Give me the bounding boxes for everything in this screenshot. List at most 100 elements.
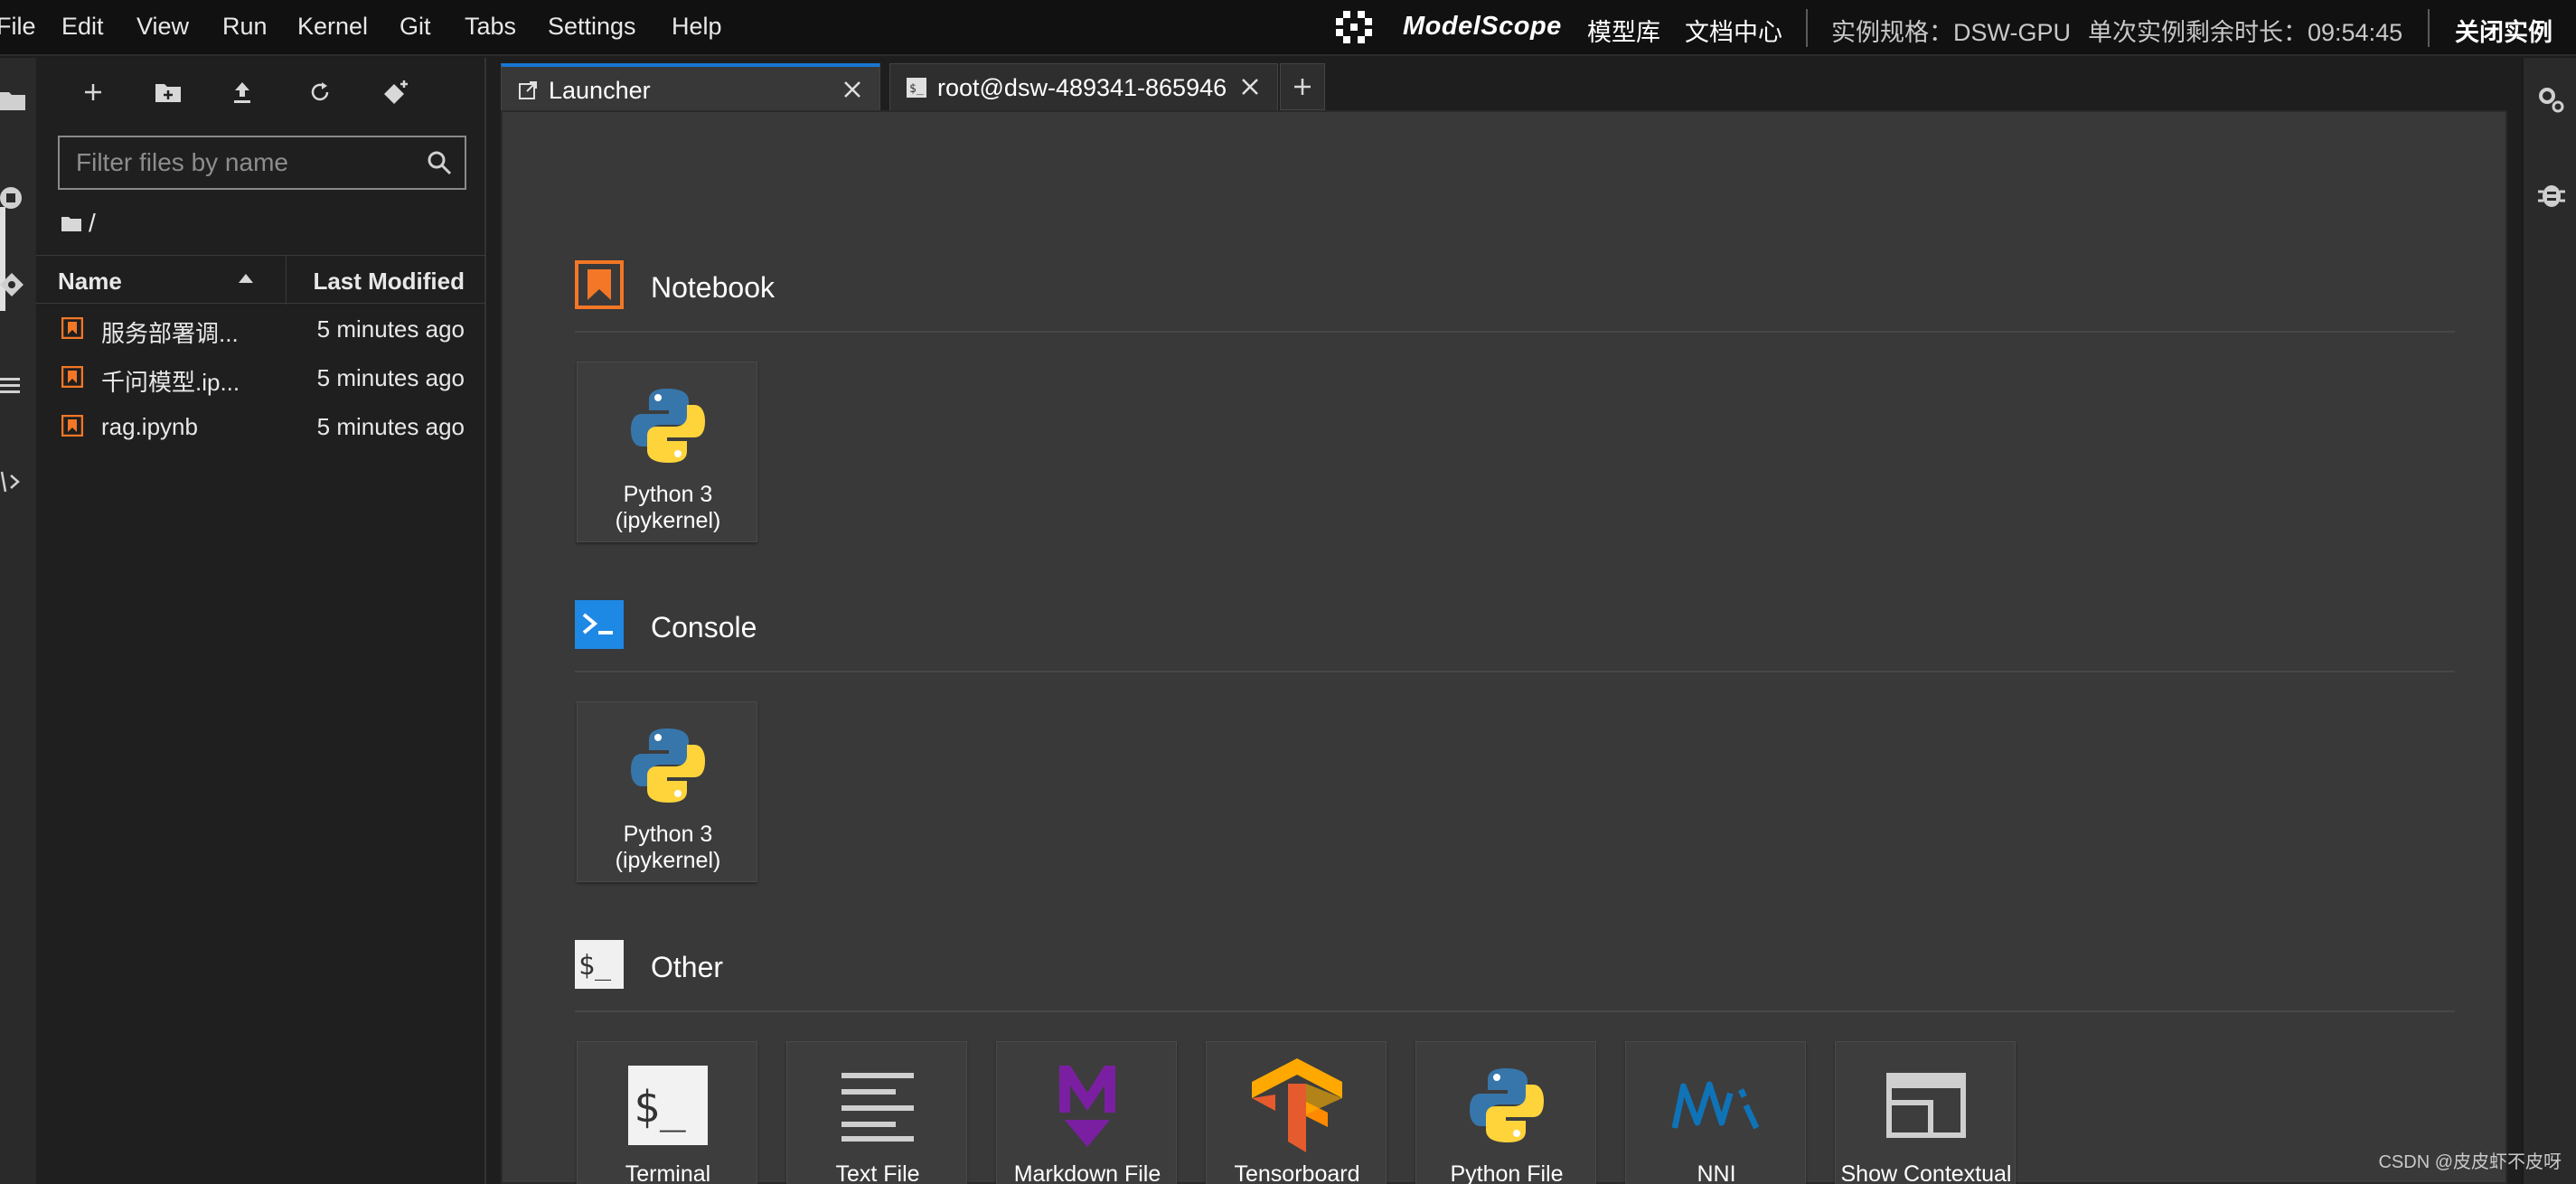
modelscope-logo-icon[interactable] [1336,11,1372,43]
markdown-file-card[interactable]: Markdown File [996,1041,1177,1184]
menu-settings[interactable]: Settings [548,13,636,41]
new-launcher-button[interactable] [77,76,109,108]
code-snippets-icon[interactable] [0,468,27,495]
menu-git[interactable]: Git [400,13,431,41]
python-icon [623,381,713,471]
file-name: 服务部署调... [101,320,239,347]
launcher-panel: Notebook Python 3 (ipykernel) Console Py… [501,110,2507,1184]
tab-label: root@dsw-489341-865946 [937,74,1227,101]
folder-icon [61,217,81,231]
sort-ascending-icon[interactable] [237,272,255,285]
python-icon [623,720,713,811]
text-file-card[interactable]: Text File [786,1041,967,1184]
card-label: Text File [835,1161,920,1184]
menu-file[interactable]: File [0,13,36,41]
git-clone-icon [384,80,408,104]
docs-center-link[interactable]: 文档中心 [1685,13,1782,48]
file-modified: 5 minutes ago [316,315,465,343]
file-row[interactable]: 服务部署调... 5 minutes ago [36,304,486,352]
launcher-icon [519,81,537,99]
card-label: Python 3 (ipykernel) [615,482,721,533]
plus-icon [85,84,101,100]
svg-text:$_: $_ [578,950,612,982]
terminal-card[interactable]: $_ Terminal [577,1041,757,1184]
nni-icon [1671,1060,1762,1151]
menu-view[interactable]: View [136,13,189,41]
terminal-icon: $_ [907,78,926,98]
card-label: NNI [1697,1161,1736,1184]
file-row[interactable]: rag.ipynb 5 minutes ago [36,401,486,450]
show-contextual-help-card[interactable]: Show Contextual [1835,1041,2016,1184]
card-label: Python File [1450,1161,1564,1184]
menubar-divider [2428,9,2430,47]
card-label: Show Contextual [1840,1161,2012,1184]
debugger-icon[interactable] [2536,179,2567,210]
nni-card[interactable]: NNI [1625,1041,1806,1184]
column-last-modified[interactable]: Last Modified [313,268,465,296]
git-icon[interactable] [0,271,27,298]
contextual-help-icon [1881,1060,1971,1151]
section-title-other: Other [651,951,724,983]
search-icon [428,151,452,175]
git-clone-button[interactable] [380,76,412,108]
tab-terminal[interactable]: $_ root@dsw-489341-865946 [889,63,1278,110]
section-divider [575,331,2455,333]
tensorboard-card[interactable]: Tensorboard [1206,1041,1387,1184]
python-file-card[interactable]: Python File [1415,1041,1596,1184]
console-python3-card[interactable]: Python 3 (ipykernel) [577,701,757,882]
close-icon[interactable] [1239,76,1261,98]
upload-icon [234,82,250,103]
terminal-icon: $_ [623,1060,713,1151]
file-name: 千问模型.ip... [101,369,240,396]
menu-help[interactable]: Help [672,13,722,41]
property-inspector-icon[interactable] [2536,85,2567,116]
card-label: Python 3 (ipykernel) [615,822,721,873]
upload-button[interactable] [226,76,259,108]
menubar-divider [1806,9,1808,47]
section-divider [575,1010,2455,1012]
breadcrumb[interactable]: / [61,208,96,239]
menu-kernel[interactable]: Kernel [297,13,368,41]
other-terminal-icon: $_ [575,940,624,989]
menu-run[interactable]: Run [222,13,268,41]
remaining-time: 单次实例剩余时长：09:54:45 [2088,19,2403,46]
instance-spec: 实例规格：DSW-GPU [1831,19,2072,46]
refresh-button[interactable] [304,76,336,108]
folder-icon[interactable] [0,87,27,114]
menubar: File Edit View Run Kernel Git Tabs Setti… [0,0,2576,56]
close-icon[interactable] [841,79,863,100]
breadcrumb-root[interactable]: / [89,209,96,238]
watermark: CSDN @皮皮虾不皮呀 [2378,1152,2562,1172]
close-instance-button[interactable]: 关闭实例 [2455,13,2552,48]
file-modified: 5 minutes ago [316,364,465,391]
text-file-icon [832,1060,923,1151]
card-label: Tensorboard [1234,1161,1360,1184]
file-filter [58,136,466,190]
tab-launcher[interactable]: Launcher [501,63,880,110]
modelscope-brand[interactable]: ModelScope [1403,12,1562,42]
model-hub-link[interactable]: 模型库 [1587,13,1660,48]
menu-edit[interactable]: Edit [61,13,104,41]
plus-icon [1294,79,1311,95]
column-name[interactable]: Name [58,268,122,296]
tensorboard-icon [1252,1058,1342,1152]
file-browser: / Name Last Modified 服务部署调... 5 minutes … [36,58,486,1184]
new-folder-button[interactable] [152,76,184,108]
section-title-console: Console [651,611,757,644]
menu-tabs[interactable]: Tabs [465,13,516,41]
file-filter-input[interactable] [60,137,412,188]
file-modified: 5 minutes ago [316,413,465,440]
notebook-icon [575,260,624,309]
python-icon [1462,1060,1552,1151]
right-sidebar [2522,58,2576,1184]
notebook-python3-card[interactable]: Python 3 (ipykernel) [577,362,757,542]
new-tab-button[interactable] [1280,63,1325,110]
markdown-icon [1042,1060,1133,1151]
table-of-contents-icon[interactable] [0,372,27,399]
file-name: rag.ipynb [101,413,198,440]
column-separator[interactable] [286,256,287,305]
section-title-notebook: Notebook [651,271,775,304]
svg-text:$_: $_ [634,1082,686,1132]
card-label: Terminal [625,1161,711,1184]
file-row[interactable]: 千问模型.ip... 5 minutes ago [36,352,486,401]
